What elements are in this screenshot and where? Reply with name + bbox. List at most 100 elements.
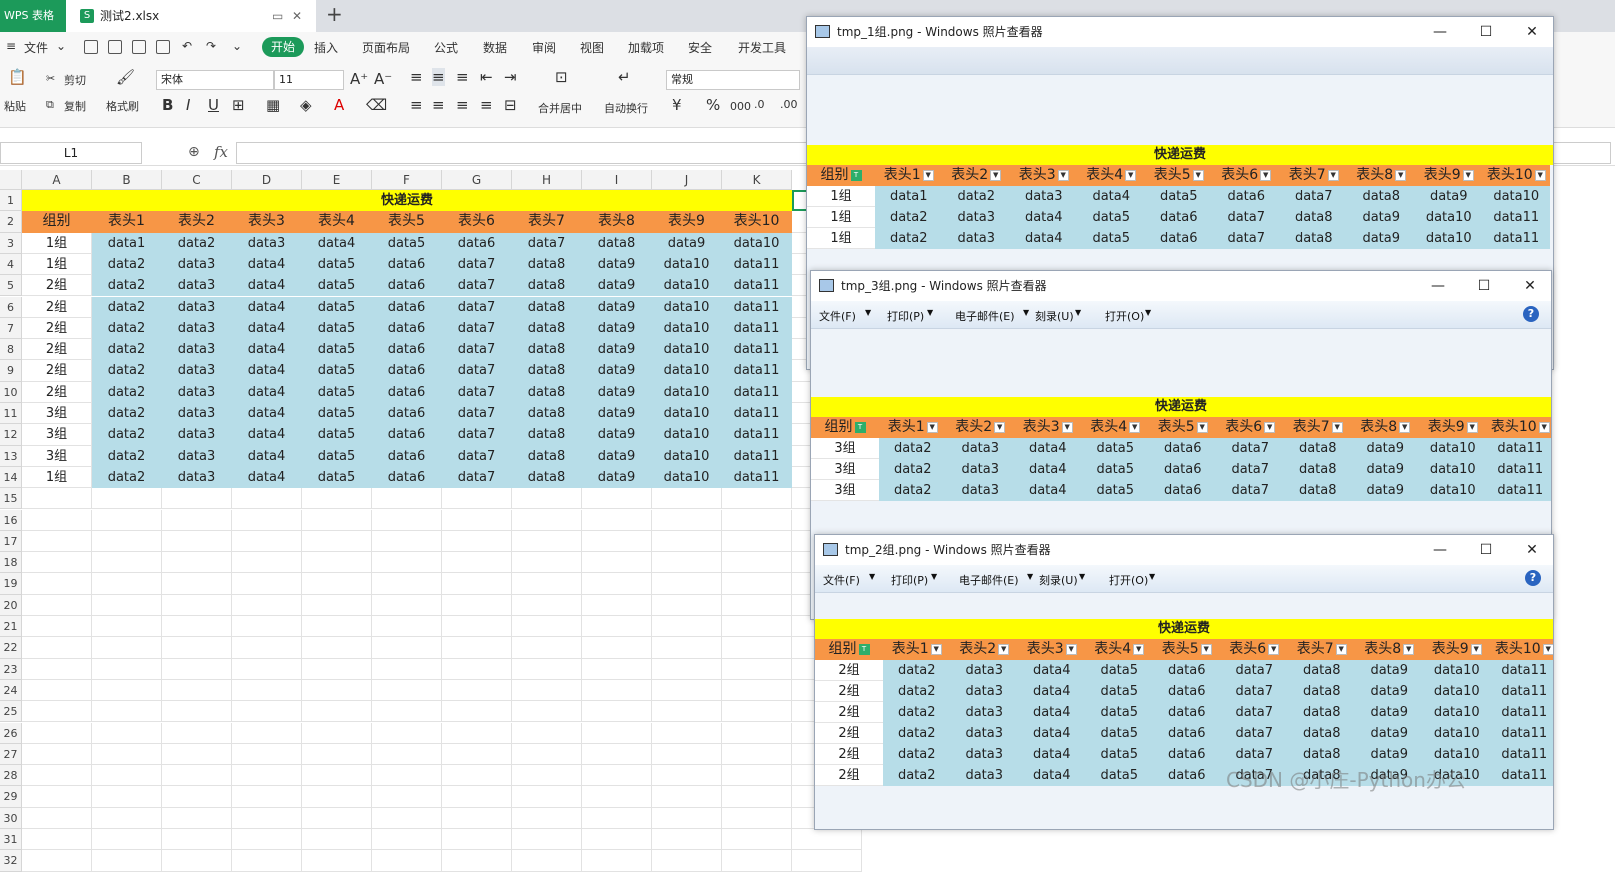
help-icon[interactable]: ? [1525,570,1541,586]
table-cell[interactable]: data10 [652,253,722,276]
grid-cell[interactable] [302,679,372,702]
grid-cell[interactable] [372,701,442,723]
grid-cell[interactable] [442,573,512,595]
grid-cell[interactable] [372,594,442,616]
align-middle-icon[interactable]: ≡ [432,68,445,86]
grid-cell[interactable] [722,765,792,787]
grid-cell[interactable] [582,722,652,744]
tab-wps-app[interactable]: WPS 表格 [0,0,66,32]
grid-cell[interactable] [722,679,792,702]
table-header-cell[interactable]: 表头1 [92,211,162,233]
grid-cell[interactable] [722,658,792,680]
bold-icon[interactable]: B [162,96,173,114]
name-box[interactable]: L1 [0,142,142,164]
wrap-text-icon[interactable]: ↵ [618,68,631,86]
grid-cell[interactable] [442,509,512,531]
table-header-cell[interactable]: 组别 [22,211,92,233]
grid-cell[interactable] [232,658,302,680]
grid-cell[interactable] [722,616,792,638]
close-button[interactable]: ✕ [1509,17,1553,47]
grid-cell[interactable] [302,743,372,766]
table-cell[interactable]: data8 [512,360,582,382]
table-cell[interactable]: data4 [232,424,302,446]
grid-cell[interactable] [232,552,302,574]
table-cell[interactable]: data10 [652,424,722,446]
viewer-menu-item[interactable]: 刻录(U) [1035,308,1074,324]
table-cell[interactable]: data7 [442,317,512,340]
grid-cell[interactable] [162,488,232,510]
column-header[interactable]: K [722,170,792,190]
grid-cell[interactable] [722,786,792,808]
grid-cell[interactable] [162,552,232,574]
grid-cell[interactable] [652,786,722,808]
table-cell[interactable]: data5 [302,424,372,446]
table-cell[interactable]: data6 [372,424,442,446]
grid-cell[interactable] [512,637,582,659]
grid-cell[interactable] [792,829,862,851]
menu-addins[interactable]: 加载项 [628,39,664,56]
column-header[interactable]: H [512,170,582,190]
table-cell[interactable]: data2 [92,445,162,467]
table-cell[interactable]: data3 [162,275,232,297]
row-header[interactable]: 7 [0,317,22,340]
grid-cell[interactable] [232,829,302,851]
table-cell[interactable]: data2 [92,317,162,340]
table-cell[interactable]: data7 [442,275,512,297]
table-cell[interactable]: data9 [582,381,652,403]
grid-cell[interactable] [92,573,162,595]
grid-cell[interactable] [372,743,442,766]
tab-file[interactable]: S 测试2.xlsx ▭ ✕ [66,0,316,32]
grid-cell[interactable] [232,637,302,659]
table-cell[interactable]: data11 [722,403,792,425]
grid-cell[interactable] [372,530,442,553]
table-cell[interactable]: data10 [722,232,792,254]
row-header[interactable]: 1 [0,190,22,212]
table-cell[interactable]: data5 [302,360,372,382]
row-header[interactable]: 14 [0,466,22,489]
maximize-button[interactable]: ☐ [1461,271,1507,301]
row-header[interactable]: 23 [0,658,22,680]
grid-cell[interactable] [162,573,232,595]
row-header[interactable]: 5 [0,275,22,297]
italic-icon[interactable]: I [186,96,190,114]
row-header[interactable]: 16 [0,509,22,531]
grid-cell[interactable] [162,807,232,829]
column-header[interactable]: E [302,170,372,190]
font-family-select[interactable]: 宋体 [156,70,274,90]
table-cell[interactable]: data5 [302,253,372,276]
align-left-icon[interactable]: ≡ [410,96,423,114]
table-cell[interactable]: 2组 [22,339,92,361]
grid-cell[interactable] [162,658,232,680]
row-header[interactable]: 10 [0,381,22,403]
currency-button[interactable]: ¥ [672,96,682,114]
table-cell[interactable]: data8 [512,403,582,425]
grid-cell[interactable] [372,722,442,744]
grid-cell[interactable] [302,765,372,787]
grid-cell[interactable] [512,743,582,766]
table-cell[interactable]: data2 [162,232,232,254]
grid-cell[interactable] [232,530,302,553]
grid-cell[interactable] [22,807,92,829]
increase-indent-icon[interactable]: ⇥ [504,68,517,86]
dropdown-chevron-icon[interactable]: ▼ [865,308,871,317]
table-cell[interactable]: data3 [162,317,232,340]
grid-cell[interactable] [22,509,92,531]
grid-cell[interactable] [582,743,652,766]
grid-cell[interactable] [232,743,302,766]
sheet-title[interactable]: 快递运费 [22,190,792,212]
grid-cell[interactable] [22,743,92,766]
table-cell[interactable]: data8 [512,445,582,467]
column-header[interactable]: C [162,170,232,190]
table-cell[interactable]: 2组 [22,296,92,318]
table-cell[interactable]: data3 [232,232,302,254]
grid-cell[interactable] [92,616,162,638]
table-cell[interactable]: data11 [722,317,792,340]
table-cell[interactable]: 3组 [22,424,92,446]
clear-format-icon[interactable]: ⌫ [366,96,387,114]
grid-cell[interactable] [22,722,92,744]
grid-cell[interactable] [792,850,862,872]
menu-review[interactable]: 审阅 [532,39,556,56]
viewer-menu-item[interactable]: 打开(O) [1109,572,1148,588]
table-cell[interactable]: data4 [232,275,302,297]
menu-page-layout[interactable]: 页面布局 [362,39,410,56]
